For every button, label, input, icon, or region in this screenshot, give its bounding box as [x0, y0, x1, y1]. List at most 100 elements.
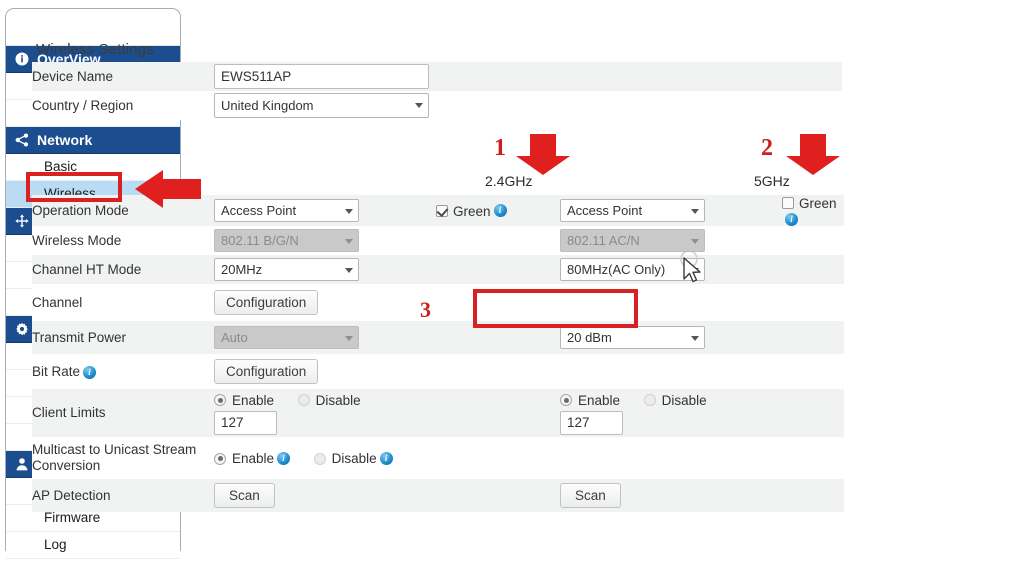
table-row-channel-ht-mode: Channel HT Mode 20MHz 80MHz(AC Only) [32, 255, 844, 284]
info-icon-bit-rate[interactable]: i [83, 366, 96, 379]
transmit-power-5-select[interactable]: 20 dBm [560, 326, 705, 349]
spacer-cell-a [436, 226, 560, 255]
ap-detection-label: AP Detection [32, 479, 214, 512]
radio-enable-24ghz[interactable] [214, 394, 226, 406]
annotation-arrow-down-1 [512, 132, 574, 176]
client-limits-5-disable-option[interactable]: Disable [644, 392, 707, 408]
client-limits-label: Client Limits [32, 389, 214, 437]
browser-page: OverView Device Status Connections Netwo… [0, 0, 1024, 551]
channel-ht-5-cell: 80MHz(AC Only) [560, 255, 782, 284]
device-name-input[interactable]: EWS511AP [214, 64, 429, 89]
sidebar-item-log[interactable]: Log [6, 532, 180, 559]
wireless-settings-table: Operation Mode Access Point Greeni Acces… [32, 195, 844, 512]
radio-disable-24ghz[interactable] [298, 394, 310, 406]
spacer-cell-d [782, 255, 844, 284]
wireless-mode-label: Wireless Mode [32, 226, 214, 255]
bit-rate-configuration-button[interactable]: Configuration [214, 359, 318, 384]
info-icon [15, 52, 29, 66]
client-limits-24-input[interactable]: 127 [214, 411, 277, 435]
info-icon-green-5ghz[interactable]: i [785, 213, 798, 226]
ap-detection-5-cell: Scan [560, 479, 782, 512]
wireless-mode-5-select: 802.11 AC/N [560, 229, 705, 252]
sidebar-group-network[interactable]: Network [6, 127, 180, 154]
ap-detection-24-cell: Scan [214, 479, 436, 512]
gear-icon [15, 322, 29, 336]
operation-mode-24-cell: Access Point [214, 195, 436, 226]
mouse-cursor [680, 252, 708, 286]
radio-multicast-disable[interactable] [314, 453, 326, 465]
channel-configuration-button[interactable]: Configuration [214, 290, 318, 315]
country-region-select[interactable]: United Kingdom [214, 93, 429, 118]
info-icon-multicast-disable[interactable]: i [380, 452, 393, 465]
annotation-highlight-wireless [26, 172, 122, 202]
bit-rate-5-cell [560, 354, 782, 389]
table-row-transmit-power: Transmit Power Auto 20 dBm [32, 321, 844, 354]
table-row-wireless-mode: Wireless Mode 802.11 B/G/N 802.11 AC/N [32, 226, 844, 255]
annotation-step-1: 1 [494, 135, 506, 162]
channel-ht-mode-label: Channel HT Mode [32, 255, 214, 284]
annotation-step-3: 3 [420, 297, 431, 323]
table-row-bit-rate: Bit Ratei Configuration [32, 354, 844, 389]
device-name-cell: EWS511AP [214, 62, 842, 91]
spacer-cell-k [436, 389, 560, 437]
multicast-disable-option[interactable]: Disablei [314, 450, 393, 466]
ap-detection-scan-button-24ghz[interactable]: Scan [214, 483, 275, 508]
country-region-cell: United Kingdom [214, 91, 842, 120]
page-title: Wireless Settings [36, 41, 154, 58]
spacer-cell-h [782, 321, 844, 354]
spacer-cell-p [782, 479, 844, 512]
client-limits-5-enable-option[interactable]: Enable [560, 392, 620, 408]
sidebar-group-label: Network [37, 127, 92, 153]
spacer-cell-c [436, 255, 560, 284]
disable-label-24ghz: Disable [316, 393, 361, 408]
device-name-label: Device Name [32, 62, 214, 91]
wireless-mode-24-select: 802.11 B/G/N [214, 229, 359, 252]
disable-label-5ghz: Disable [662, 393, 707, 408]
radio-multicast-enable[interactable] [214, 453, 226, 465]
multicast-disable-label: Disable [332, 451, 377, 466]
operation-mode-5-select[interactable]: Access Point [560, 199, 705, 222]
radio-disable-5ghz[interactable] [644, 394, 656, 406]
user-icon [15, 457, 29, 471]
multicast-label: Multicast to Unicast Stream Conversion [32, 437, 214, 479]
country-region-label: Country / Region [32, 91, 214, 120]
annotation-highlight-configuration [473, 289, 638, 328]
green-checkbox-24ghz[interactable] [436, 205, 448, 217]
multicast-options-cell: Enablei Disablei [214, 437, 560, 479]
client-limits-5-input[interactable]: 127 [560, 411, 623, 435]
multicast-enable-label: Enable [232, 451, 274, 466]
spacer-cell-n [782, 437, 844, 479]
operation-mode-24-select[interactable]: Access Point [214, 199, 359, 222]
radio-enable-5ghz[interactable] [560, 394, 572, 406]
spacer-cell-j [782, 354, 844, 389]
table-row-client-limits: Client Limits Enable Disable 127 Enable … [32, 389, 844, 437]
spacer-cell-i [436, 354, 560, 389]
multicast-enable-option[interactable]: Enablei [214, 450, 290, 466]
ap-detection-scan-button-5ghz[interactable]: Scan [560, 483, 621, 508]
channel-ht-24-select[interactable]: 20MHz [214, 258, 359, 281]
spacer-cell-o [436, 479, 560, 512]
enable-label-24ghz: Enable [232, 393, 274, 408]
client-limits-24-cell: Enable Disable 127 [214, 389, 436, 437]
client-limits-24-enable-option[interactable]: Enable [214, 392, 274, 408]
info-icon-green-24ghz[interactable]: i [494, 204, 507, 217]
bit-rate-label-cell: Bit Ratei [32, 354, 214, 389]
channel-label: Channel [32, 284, 214, 321]
transmit-power-24-select: Auto [214, 326, 359, 349]
annotation-arrow-down-2 [782, 132, 844, 176]
spacer-cell-m [560, 437, 782, 479]
info-icon-multicast-enable[interactable]: i [277, 452, 290, 465]
move-arrows-icon [15, 214, 29, 228]
channel-24-cell: Configuration [214, 284, 436, 321]
green-checkbox-5ghz[interactable] [782, 197, 794, 209]
wireless-mode-24-cell: 802.11 B/G/N [214, 226, 436, 255]
client-limits-5-cell: Enable Disable 127 [560, 389, 782, 437]
sidebar-filler [6, 559, 180, 581]
bit-rate-label: Bit Rate [32, 364, 80, 379]
annotation-step-2: 2 [761, 135, 773, 162]
share-nodes-icon [15, 133, 29, 147]
transmit-power-label: Transmit Power [32, 321, 214, 354]
client-limits-24-disable-option[interactable]: Disable [298, 392, 361, 408]
spacer-cell-f [782, 284, 844, 321]
operation-mode-24-green-cell: Greeni [436, 195, 560, 226]
